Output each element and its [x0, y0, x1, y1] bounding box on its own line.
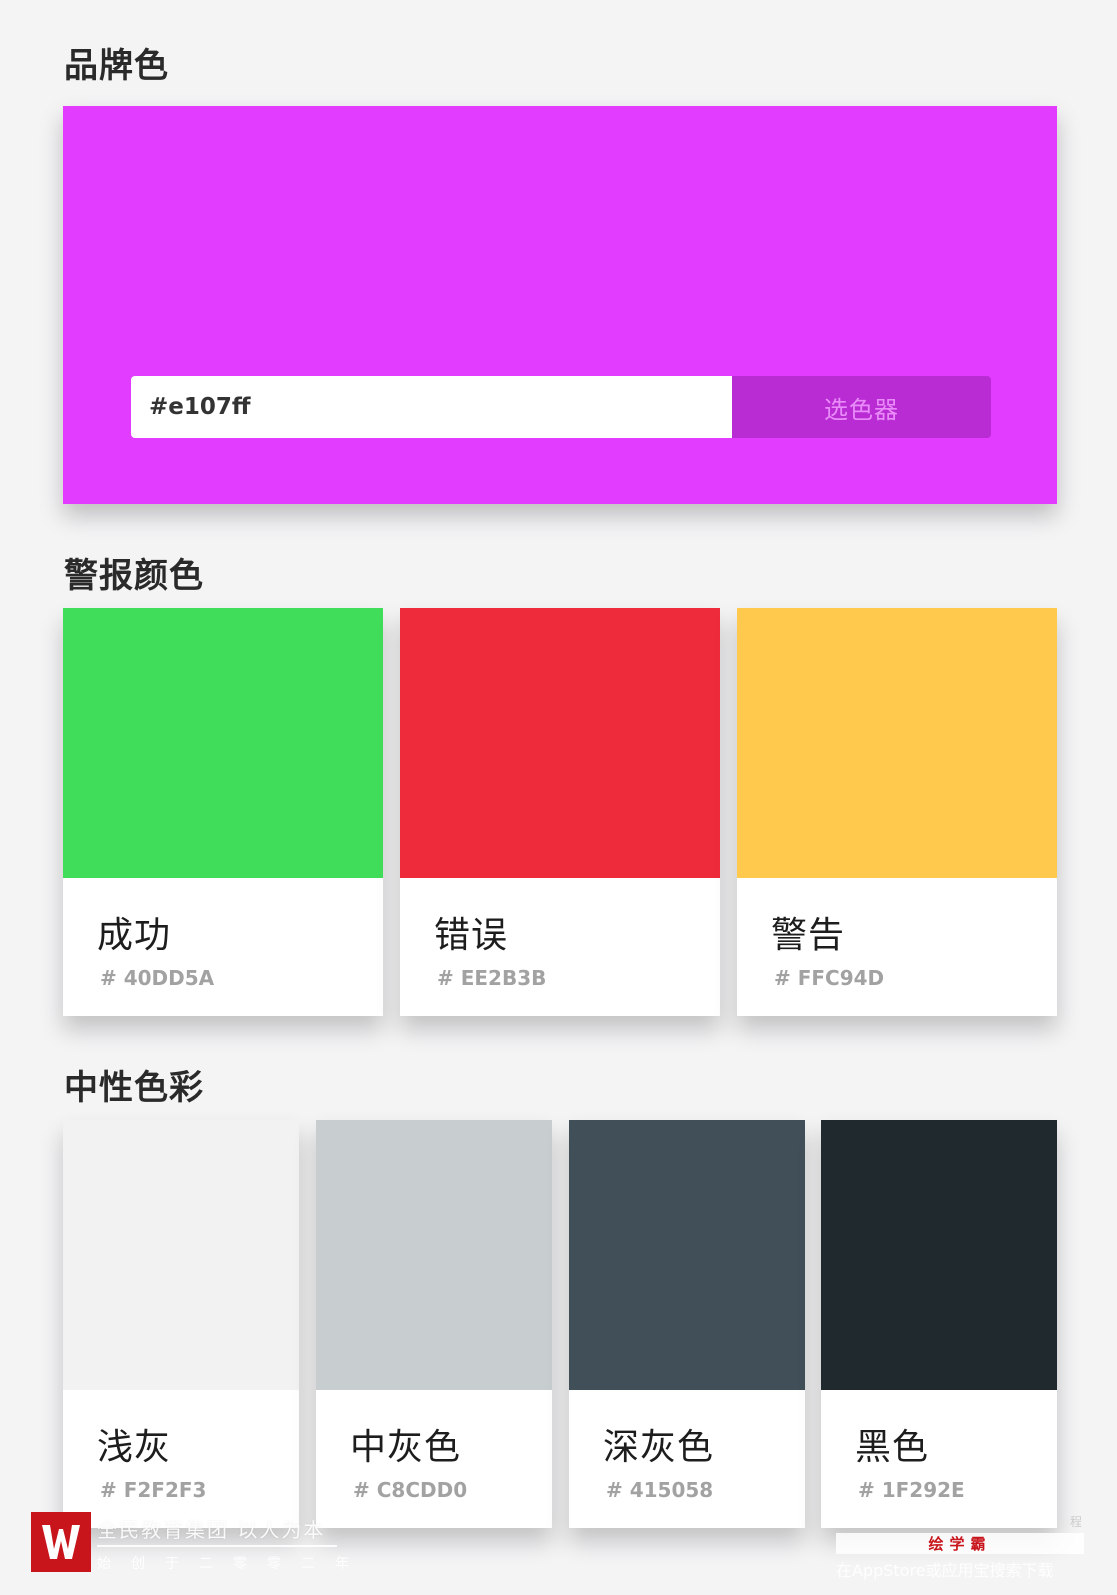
warning-hex: # FFC94D: [774, 966, 885, 990]
neutral-color-title: 中性色彩: [64, 1068, 204, 1108]
success-hex: # 40DD5A: [100, 966, 215, 990]
light-gray-label: 浅灰: [97, 1427, 172, 1468]
black-label: 黑色: [855, 1427, 930, 1468]
color-picker-button[interactable]: 选色器: [732, 376, 991, 438]
dark-gray-color-card[interactable]: 深灰色 # 415058: [569, 1120, 805, 1528]
success-label: 成功: [97, 915, 172, 956]
watermark-divider: [97, 1545, 337, 1547]
watermark-right-top-text: 程: [1070, 1515, 1083, 1529]
error-label: 错误: [434, 915, 509, 956]
success-color-card[interactable]: 成功 # 40DD5A: [63, 608, 383, 1016]
dark-gray-label: 深灰色: [603, 1427, 715, 1468]
w-letter-icon: [42, 1525, 80, 1559]
dark-gray-swatch: [569, 1120, 805, 1390]
success-swatch: [63, 608, 383, 878]
watermark-left-text: 全民教育集团 以人为本: [97, 1518, 326, 1542]
light-gray-hex: # F2F2F3: [100, 1478, 207, 1502]
color-picker-row: 选色器: [131, 376, 991, 438]
dark-gray-hex: # 415058: [606, 1478, 714, 1502]
error-swatch: [400, 608, 720, 878]
watermark-logo-icon: [31, 1512, 91, 1572]
error-hex: # EE2B3B: [437, 966, 547, 990]
watermark-right-subtext: 在AppStore或应用宝搜索下载: [836, 1561, 1054, 1580]
black-color-card[interactable]: 黑色 # 1F292E: [821, 1120, 1057, 1528]
hex-color-input[interactable]: [131, 376, 732, 438]
watermark-right-badge: 绘学霸: [836, 1533, 1084, 1554]
mid-gray-color-card[interactable]: 中灰色 # C8CDD0: [316, 1120, 552, 1528]
light-gray-color-card[interactable]: 浅灰 # F2F2F3: [63, 1120, 299, 1528]
warning-color-card[interactable]: 警告 # FFC94D: [737, 608, 1057, 1016]
black-swatch: [821, 1120, 1057, 1390]
light-gray-swatch: [63, 1120, 299, 1390]
error-color-card[interactable]: 错误 # EE2B3B: [400, 608, 720, 1016]
black-hex: # 1F292E: [858, 1478, 965, 1502]
brand-color-title: 品牌色: [64, 46, 169, 86]
alert-color-title: 警报颜色: [64, 556, 204, 596]
warning-label: 警告: [771, 915, 846, 956]
mid-gray-swatch: [316, 1120, 552, 1390]
mid-gray-label: 中灰色: [350, 1427, 462, 1468]
mid-gray-hex: # C8CDD0: [353, 1478, 468, 1502]
watermark-right-title: 绘学霸: [928, 1535, 992, 1553]
warning-swatch: [737, 608, 1057, 878]
brand-color-swatch: 选色器: [63, 106, 1057, 504]
watermark-left-subtext: 始创于二零零二年: [97, 1556, 369, 1572]
